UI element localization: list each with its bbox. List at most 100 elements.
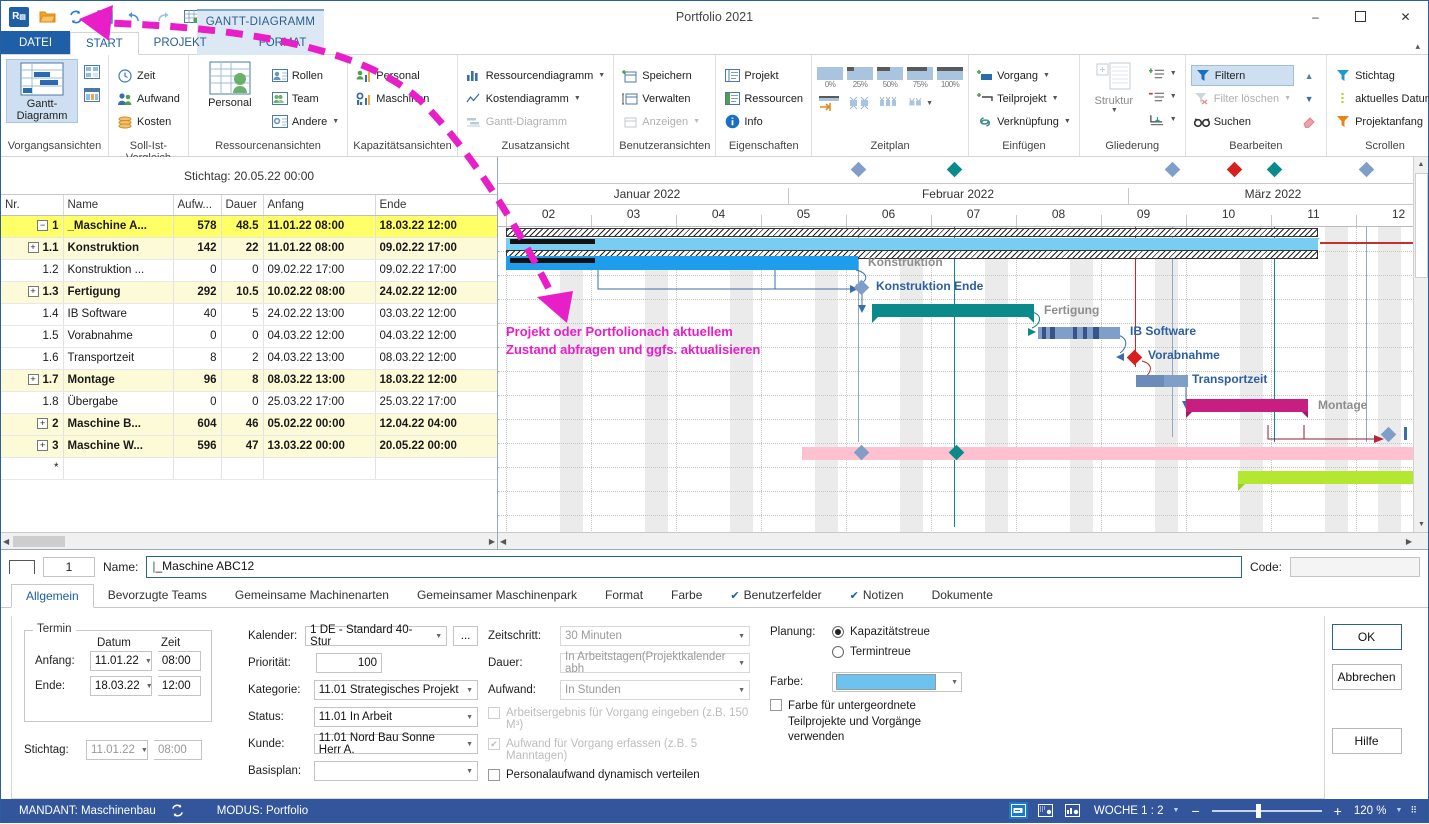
chevron-down-icon[interactable]: ▼ [332, 118, 339, 125]
field-input[interactable]: 11.01 Nord Bau Sonne Herr A. ▼ [313, 732, 478, 756]
window-icon[interactable] [94, 6, 116, 28]
header-milestone-marker[interactable] [1226, 161, 1243, 178]
chevron-down-icon[interactable]: ▼ [1173, 807, 1180, 814]
table-row[interactable]: +1.7 Montage 96 8 08.03.22 13:00 18.03.22 12:… [1, 369, 497, 392]
ok-button[interactable]: OK [1331, 624, 1402, 650]
chevron-down-icon[interactable]: ▼ [1064, 118, 1071, 125]
scroll-right-icon[interactable]: ▶ [1406, 537, 1412, 546]
chevron-down-icon[interactable]: ▼ [1043, 72, 1050, 79]
zeit-button[interactable]: Zeit [114, 65, 183, 86]
undo-icon[interactable] [123, 6, 145, 28]
ansicht-verwalten-button[interactable]: Verwalten [619, 88, 703, 109]
table-row[interactable]: 1.8 Übergabe 0 0 25.03.22 17:00 25.03.22 17:0… [1, 391, 497, 414]
table-horizontal-scrollbar[interactable]: ◀ ▶ [1, 532, 497, 549]
zoom-slider[interactable] [1211, 802, 1322, 819]
name-input[interactable]: |_Maschine ABC12 [146, 556, 1242, 578]
row-toggle-icon[interactable]: + [37, 440, 49, 452]
detail-tab-1[interactable]: Bevorzugte Teams [94, 583, 221, 607]
app-logo[interactable]: R ▤ [9, 6, 29, 27]
gantt-bar-maschine-b[interactable] [802, 447, 1416, 460]
progress-50-button[interactable]: 50% [877, 67, 904, 89]
kapazitaet-maschinen-button[interactable]: Maschinen [353, 88, 432, 109]
anfang-time-input[interactable]: 08:00 [157, 651, 201, 671]
personal-view-button[interactable]: Personal [194, 59, 266, 109]
col-header-dauer[interactable]: Dauer [221, 195, 264, 216]
scroll-thumb[interactable] [13, 535, 66, 547]
struktur-button[interactable]: Struktur ▼ [1085, 59, 1143, 115]
gantt-bar-maschine-w[interactable] [1238, 471, 1416, 484]
view-board-button[interactable] [81, 84, 103, 105]
chevron-down-icon[interactable]: ▼ [574, 95, 581, 102]
scroll-down-button[interactable]: ▼ [1302, 88, 1317, 109]
table-row[interactable]: 1.6 Transportzeit 8 2 04.03.22 13:00 08.03.22… [1, 347, 497, 370]
ende-time-input[interactable]: 12:00 [157, 676, 201, 696]
aufwand-button[interactable]: Aufwand [114, 88, 183, 109]
teilprojekt-button[interactable]: Teilprojekt ▼ [974, 88, 1074, 109]
zoom-in-button[interactable]: + [1330, 803, 1346, 819]
header-milestone-marker[interactable] [850, 161, 867, 178]
chevron-down-icon[interactable]: ▼ [926, 100, 933, 107]
scroll-down-icon[interactable]: ▼ [1414, 517, 1428, 532]
table-row[interactable]: +2 Maschine B... 604 46 05.02.22 00:00 12.04.… [1, 413, 497, 436]
detail-tab-3[interactable]: Gemeinsamer Maschinenpark [403, 583, 591, 607]
gantt-bar-maschine-abc12[interactable] [506, 238, 1318, 250]
distribute-button[interactable] [877, 94, 903, 112]
close-button[interactable]: ✕ [1383, 1, 1428, 32]
row-number-field[interactable]: 1 [43, 557, 95, 577]
view-network-button[interactable] [81, 61, 103, 82]
detail-tab-4[interactable]: Format [591, 583, 657, 607]
ende-date-input[interactable]: 18.03.22 ▼ [89, 676, 153, 696]
gantt-bar-montage[interactable] [1186, 399, 1308, 412]
gantt-horizontal-scrollbar[interactable]: ◀ ▶ [498, 532, 1428, 549]
chevron-down-icon[interactable]: ▼ [460, 714, 473, 721]
table-row[interactable]: 1.5 Vorabnahme 0 0 04.03.22 12:00 04.03.22 12… [1, 325, 497, 348]
suchen-button[interactable]: Suchen [1191, 111, 1294, 132]
table-row[interactable]: 1.2 Konstruktion ... 0 0 09.02.22 17:00 09.02… [1, 259, 497, 282]
table-row[interactable]: +3 Maschine W... 596 47 13.03.22 00:00 20.05.… [1, 435, 497, 458]
kapazitaet-personal-button[interactable]: Personal [353, 65, 432, 86]
col-header-ende[interactable]: Ende [375, 195, 497, 216]
zoom-slider-knob[interactable] [1255, 803, 1261, 818]
tab-datei[interactable]: DATEI [1, 31, 71, 54]
scroll-up-button[interactable]: ▲ [1302, 65, 1317, 86]
detail-view-button[interactable] [1008, 802, 1028, 819]
header-milestone-marker[interactable] [1358, 161, 1375, 178]
outline-indent-button[interactable]: ▼ [1146, 109, 1180, 130]
verknuepfung-button[interactable]: Verknüpfung ▼ [974, 111, 1074, 132]
maximize-button[interactable] [1338, 1, 1383, 32]
detail-tab-2[interactable]: Gemeinsame Machinenarten [221, 583, 403, 607]
projekt-eigenschaften-button[interactable]: Projekt [721, 65, 806, 86]
gantt-milestone-vorabnahme[interactable] [1126, 349, 1143, 366]
ressourcen-eigenschaften-button[interactable]: Ressourcen [721, 88, 806, 109]
gantt-bars-area[interactable]: Konstruktion Konstruktion Ende Fertigung… [498, 227, 1428, 549]
chevron-down-icon[interactable]: ▼ [1052, 95, 1059, 102]
chevron-down-icon[interactable]: ▼ [1111, 107, 1118, 115]
chevron-down-icon[interactable]: ▼ [460, 687, 473, 694]
radio-kapazitaetstreue[interactable] [832, 626, 844, 638]
redo-icon[interactable] [152, 6, 174, 28]
group-button[interactable]: ▼ [907, 94, 933, 112]
anfang-date-input[interactable]: 11.01.22 ▼ [89, 651, 152, 671]
table-row[interactable]: +1.1 Konstruktion 142 22 11.01.22 08:00 09.02… [1, 237, 497, 260]
detail-tab-7[interactable]: ✔ Notizen [836, 583, 918, 607]
scroll-left-icon[interactable]: ◀ [3, 537, 9, 546]
gantt-milestone-konstruktion-ende[interactable] [853, 279, 870, 296]
ressourcendiagramm-button[interactable]: Ressourcendiagramm ▼ [463, 65, 609, 86]
ansicht-speichern-button[interactable]: Speichern [619, 65, 703, 86]
tab-format[interactable]: FORMAT [244, 31, 322, 54]
scroll-stichtag-button[interactable]: Stichtag [1332, 65, 1429, 86]
chevron-down-icon[interactable]: ▼ [598, 72, 605, 79]
team-button[interactable]: Team [269, 88, 342, 109]
header-milestone-marker[interactable] [946, 161, 963, 178]
scroll-up-icon[interactable]: ▲ [1414, 157, 1428, 172]
scroll-right-icon[interactable]: ▶ [489, 537, 495, 546]
checkbox[interactable] [488, 769, 500, 781]
kosten-button[interactable]: Kosten [114, 111, 183, 132]
tab-start[interactable]: START [70, 32, 139, 55]
scroll-projektanfang-button[interactable]: Projektanfang ▼ [1332, 111, 1429, 132]
field-input[interactable]: ▼ [313, 761, 478, 781]
scroll-left-icon[interactable]: ◀ [500, 537, 506, 546]
row-toggle-icon[interactable]: − [37, 220, 49, 232]
field-input[interactable]: 11.01 Strategisches Projekt ▼ [313, 680, 478, 700]
refresh-icon[interactable] [65, 6, 87, 28]
